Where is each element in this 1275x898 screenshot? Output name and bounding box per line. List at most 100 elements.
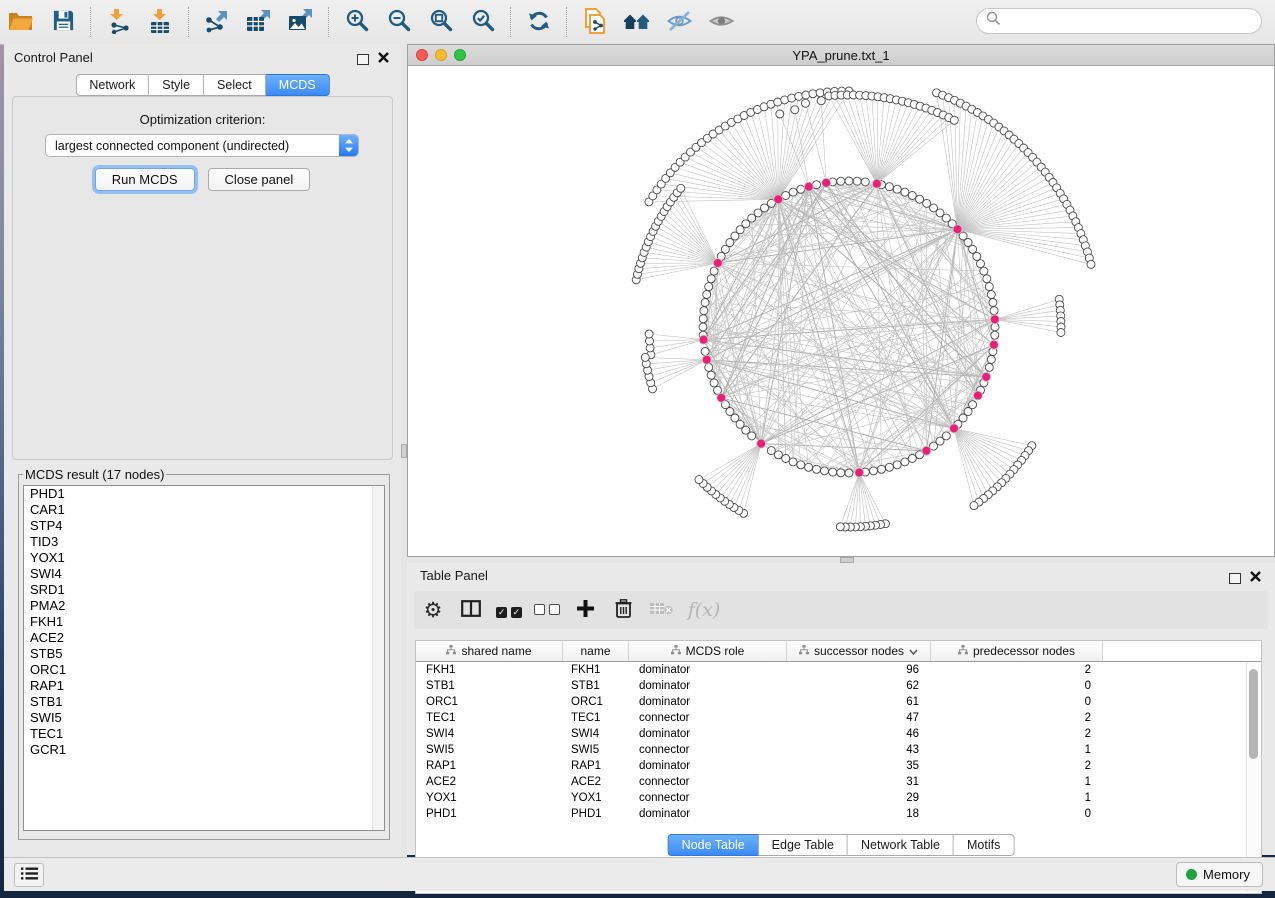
mcds-result-item[interactable]: SWI5 [24,710,384,726]
graph-node[interactable] [901,188,909,196]
graph-hub-node[interactable] [822,178,831,187]
graph-node[interactable] [977,260,985,268]
search-input[interactable] [1006,13,1261,30]
graph-edge[interactable] [664,212,718,264]
graph-node[interactable] [893,461,901,469]
graph-edge[interactable] [651,340,704,355]
graph-edge[interactable] [711,444,761,491]
select-all-columns-button[interactable]: ✓ ✓ [490,593,528,627]
graph-edge[interactable] [877,118,949,184]
tab-network[interactable]: Network [75,74,149,96]
show-columns-button[interactable] [452,593,490,627]
table-row[interactable]: STB1STB1dominator620 [416,678,1261,694]
float-panel-icon[interactable] [1229,573,1241,584]
deselect-all-columns-button[interactable] [528,593,566,627]
mcds-result-item[interactable]: TEC1 [24,726,384,742]
graph-hub-node[interactable] [922,446,931,455]
graph-edge[interactable] [703,319,995,335]
graph-hub-node[interactable] [990,315,999,324]
graph-node[interactable] [703,291,711,299]
table-row[interactable]: FKH1FKH1dominator962 [416,662,1261,678]
graph-leaf-node[interactable] [836,523,844,531]
mcds-result-item[interactable]: PMA2 [24,598,384,614]
optimization-criterion-select[interactable]: largest connected component (undirected) [45,134,359,157]
delete-table-button[interactable] [642,593,680,627]
graph-hub-node[interactable] [757,439,766,448]
graph-edge[interactable] [649,334,704,340]
mcds-result-item[interactable]: CAR1 [24,502,384,518]
memory-button[interactable]: Memory [1176,862,1263,887]
graph-leaf-node[interactable] [802,91,810,99]
graph-node[interactable] [990,307,998,315]
graph-edge[interactable] [707,444,761,488]
graph-edge[interactable] [653,360,707,389]
graph-edge[interactable] [859,473,870,526]
export-network-button[interactable] [197,3,237,41]
graph-node[interactable] [707,371,715,379]
graph-edge[interactable] [645,357,706,359]
graph-node[interactable] [767,447,775,455]
graph-leaf-node[interactable] [809,90,817,98]
graph-leaf-node[interactable] [970,502,978,510]
graph-edge[interactable] [954,428,997,486]
graph-edge[interactable] [840,473,859,527]
table-scrollbar-thumb[interactable] [1249,669,1258,759]
graph-edge[interactable] [674,197,718,263]
import-table-button[interactable] [141,3,181,41]
close-panel-icon[interactable] [378,50,389,68]
graph-leaf-node[interactable] [1057,329,1065,337]
mcds-result-item[interactable]: PHD1 [24,486,384,502]
graph-edge[interactable] [638,263,718,274]
graph-node[interactable] [845,177,853,185]
graph-hub-node[interactable] [950,424,959,433]
graph-edge[interactable] [639,263,718,269]
open-session-button[interactable] [1,3,41,41]
graph-node[interactable] [908,192,916,200]
tab-style[interactable]: Style [149,74,204,96]
tab-node-table[interactable]: Node Table [668,834,759,856]
graph-node[interactable] [901,458,909,466]
graph-leaf-node[interactable] [641,353,649,361]
mcds-result-item[interactable]: FKH1 [24,614,384,630]
graph-edge[interactable] [877,184,993,303]
close-panel-button[interactable]: Close panel [208,168,311,191]
graph-edge[interactable] [636,263,718,280]
graph-node[interactable] [821,467,829,475]
graph-node[interactable] [908,455,916,463]
graph-node[interactable] [878,465,886,473]
graph-edge[interactable] [877,101,902,184]
graph-edge[interactable] [853,95,877,184]
column-header-name[interactable]: name [563,641,629,661]
mcds-result-item[interactable]: ACE2 [24,630,384,646]
graph-node[interactable] [782,455,790,463]
graph-hub-node[interactable] [699,335,708,344]
table-row[interactable]: TEC1TEC1connector472 [416,710,1261,726]
graph-node[interactable] [893,185,901,193]
graph-edge[interactable] [720,444,761,498]
export-image-button[interactable] [281,3,321,41]
float-panel-icon[interactable] [357,54,369,65]
graph-node[interactable] [813,181,821,189]
table-row[interactable]: ACE2ACE2connector311 [416,774,1261,790]
graph-node[interactable] [789,188,797,196]
zoom-in-button[interactable] [337,3,377,41]
graph-node[interactable] [987,356,995,364]
graph-edge[interactable] [877,115,943,184]
graph-node[interactable] [973,252,981,260]
graph-leaf-node[interactable] [795,92,803,100]
graph-node[interactable] [853,177,861,185]
mcds-result-item[interactable]: YOX1 [24,550,384,566]
graph-edge[interactable] [877,113,938,184]
graph-node[interactable] [837,469,845,477]
graph-node[interactable] [989,299,997,307]
graph-edge[interactable] [954,428,979,502]
graph-edge[interactable] [859,473,885,524]
import-network-button[interactable] [99,3,139,41]
column-header-mcds-role[interactable]: MCDS role [629,641,787,661]
graph-edge[interactable] [859,473,875,526]
graph-edge[interactable] [806,103,827,183]
export-table-button[interactable] [239,3,279,41]
mcds-result-item[interactable]: ORC1 [24,662,384,678]
graph-edge[interactable] [718,263,984,271]
column-header-successor-nodes[interactable]: successor nodes [787,641,931,661]
